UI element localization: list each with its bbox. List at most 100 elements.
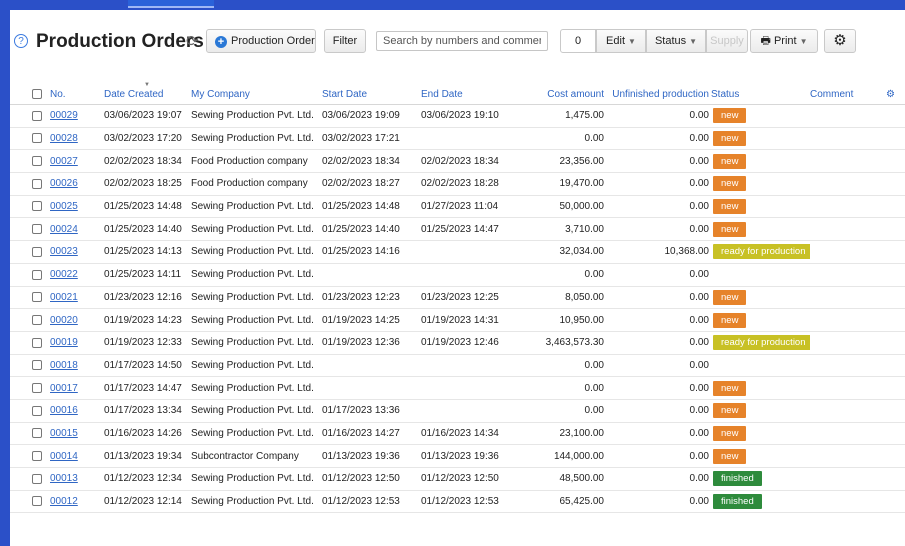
row-checkbox[interactable] — [32, 473, 42, 484]
cell-date-created: 01/17/2023 13:34 — [104, 399, 191, 423]
row-checkbox[interactable] — [32, 246, 42, 257]
cell-start-date: 03/02/2023 17:21 — [322, 127, 421, 151]
cell-extra — [886, 286, 905, 310]
settings-button[interactable]: ⚙ — [824, 29, 856, 53]
row-checkbox[interactable] — [32, 314, 42, 325]
table-row[interactable]: 00028 03/02/2023 17:20 Sewing Production P… — [10, 127, 905, 151]
filter-button[interactable]: Filter — [324, 29, 366, 53]
row-checkbox[interactable] — [32, 428, 42, 439]
table-row[interactable]: 00014 01/13/2023 19:34 Subcontractor Compa… — [10, 444, 905, 468]
row-checkbox[interactable] — [32, 496, 42, 507]
order-number-link[interactable]: 00015 — [50, 428, 78, 439]
status-badge[interactable]: new — [713, 131, 747, 147]
order-number-link[interactable]: 00028 — [50, 133, 78, 144]
cell-extra — [886, 490, 905, 514]
order-number-link[interactable]: 00027 — [50, 156, 78, 167]
order-number-link[interactable]: 00018 — [50, 360, 78, 371]
table-row[interactable]: 00012 01/12/2023 12:14 Sewing Production P… — [10, 490, 905, 514]
row-checkbox[interactable] — [32, 405, 42, 416]
row-checkbox[interactable] — [32, 110, 42, 121]
cell-date-created: 01/12/2023 12:14 — [104, 490, 191, 514]
order-number-link[interactable]: 00029 — [50, 110, 78, 121]
refresh-icon[interactable]: ⟳ — [186, 33, 199, 51]
order-number-link[interactable]: 00023 — [50, 246, 78, 257]
order-number-link[interactable]: 00024 — [50, 224, 78, 235]
status-badge[interactable]: new — [713, 153, 747, 169]
column-header-end-date[interactable]: End Date — [421, 84, 515, 105]
table-row[interactable]: 00019 01/19/2023 12:33 Sewing Production P… — [10, 331, 905, 355]
column-header-cost-amount[interactable]: Cost amount — [515, 84, 604, 105]
select-all-checkbox[interactable] — [32, 88, 42, 99]
column-header-no[interactable]: No. — [50, 84, 104, 105]
table-row[interactable]: 00016 01/17/2023 13:34 Sewing Production P… — [10, 399, 905, 423]
order-number-link[interactable]: 00019 — [50, 337, 78, 348]
status-badge[interactable]: new — [713, 312, 747, 328]
row-checkbox[interactable] — [32, 382, 42, 393]
column-header-unfinished[interactable]: Unfinished production — [604, 84, 709, 105]
order-number-link[interactable]: 00013 — [50, 473, 78, 484]
status-badge[interactable]: new — [713, 425, 747, 441]
print-button[interactable]: 🖶 Print ▼ — [750, 29, 818, 53]
status-badge[interactable]: new — [713, 108, 747, 124]
table-row[interactable]: 00013 01/12/2023 12:34 Sewing Production P… — [10, 467, 905, 491]
order-number-link[interactable]: 00021 — [50, 292, 78, 303]
row-checkbox[interactable] — [32, 224, 42, 235]
table-row[interactable]: 00021 01/23/2023 12:16 Sewing Production P… — [10, 286, 905, 310]
table-row[interactable]: 00026 02/02/2023 18:25 Food Production com… — [10, 172, 905, 196]
column-header-status[interactable]: Status — [709, 84, 810, 105]
status-badge[interactable]: new — [713, 176, 747, 192]
table-row[interactable]: 00027 02/02/2023 18:34 Food Production com… — [10, 149, 905, 174]
table-row[interactable]: 00018 01/17/2023 14:50 Sewing Production P… — [10, 354, 905, 378]
column-header-date-created[interactable]: ▼ Date Created — [104, 82, 191, 105]
table-row[interactable]: 00025 01/25/2023 14:48 Sewing Production P… — [10, 195, 905, 219]
order-number-link[interactable]: 00014 — [50, 451, 78, 462]
row-checkbox[interactable] — [32, 201, 42, 212]
column-header-comment[interactable]: Comment — [810, 84, 886, 105]
table-row[interactable]: 00022 01/25/2023 14:11 Sewing Production P… — [10, 263, 905, 287]
cell-unfinished: 0.00 — [604, 149, 709, 174]
row-checkbox[interactable] — [32, 178, 42, 189]
row-checkbox[interactable] — [32, 269, 42, 280]
status-badge[interactable]: new — [713, 403, 747, 419]
row-checkbox[interactable] — [32, 292, 42, 303]
table-row[interactable]: 00017 01/17/2023 14:47 Sewing Production P… — [10, 376, 905, 400]
table-row[interactable]: 00020 01/19/2023 14:23 Sewing Production P… — [10, 308, 905, 332]
table-row[interactable]: 00024 01/25/2023 14:40 Sewing Production P… — [10, 217, 905, 242]
edit-button[interactable]: Edit ▼ — [596, 29, 646, 53]
table-row[interactable]: 00015 01/16/2023 14:26 Sewing Production P… — [10, 422, 905, 446]
search-input[interactable] — [376, 31, 548, 51]
status-badge[interactable]: new — [713, 289, 747, 305]
order-number-link[interactable]: 00026 — [50, 178, 78, 189]
row-checkbox[interactable] — [32, 133, 42, 144]
column-header-start-date[interactable]: Start Date — [322, 84, 421, 105]
status-badge[interactable]: ready for production — [713, 335, 810, 351]
status-badge[interactable]: new — [713, 221, 747, 237]
status-button[interactable]: Status ▼ — [646, 29, 706, 53]
status-badge[interactable]: ready for production — [713, 244, 810, 260]
row-checkbox[interactable] — [32, 337, 42, 348]
column-header-company[interactable]: My Company — [191, 84, 322, 105]
order-number-link[interactable]: 00020 — [50, 315, 78, 326]
help-icon[interactable]: ? — [14, 34, 28, 48]
status-badge[interactable]: new — [713, 448, 747, 464]
order-number-link[interactable]: 00017 — [50, 383, 78, 394]
row-checkbox[interactable] — [32, 360, 42, 371]
row-checkbox[interactable] — [32, 451, 42, 462]
edit-label: Edit — [606, 35, 626, 47]
row-checkbox[interactable] — [32, 156, 42, 167]
status-badge[interactable]: new — [713, 380, 747, 396]
new-production-order-button[interactable]: + Production Order — [206, 29, 316, 53]
order-number-link[interactable]: 00012 — [50, 496, 78, 507]
order-number-link[interactable]: 00016 — [50, 405, 78, 416]
table-row[interactable]: 00023 01/25/2023 14:13 Sewing Production P… — [10, 240, 905, 264]
order-number-link[interactable]: 00025 — [50, 201, 78, 212]
supply-button[interactable]: Supply — [706, 29, 748, 53]
order-number-link[interactable]: 00022 — [50, 269, 78, 280]
status-badge[interactable]: finished — [713, 494, 762, 510]
column-header-status-label: Status — [711, 88, 740, 100]
cell-extra — [886, 444, 905, 468]
column-settings-icon[interactable]: ⚙ — [886, 89, 895, 100]
status-badge[interactable]: finished — [713, 471, 762, 487]
status-badge[interactable]: new — [713, 199, 747, 215]
table-row[interactable]: 00029 03/06/2023 19:07 Sewing Production P… — [10, 104, 905, 128]
